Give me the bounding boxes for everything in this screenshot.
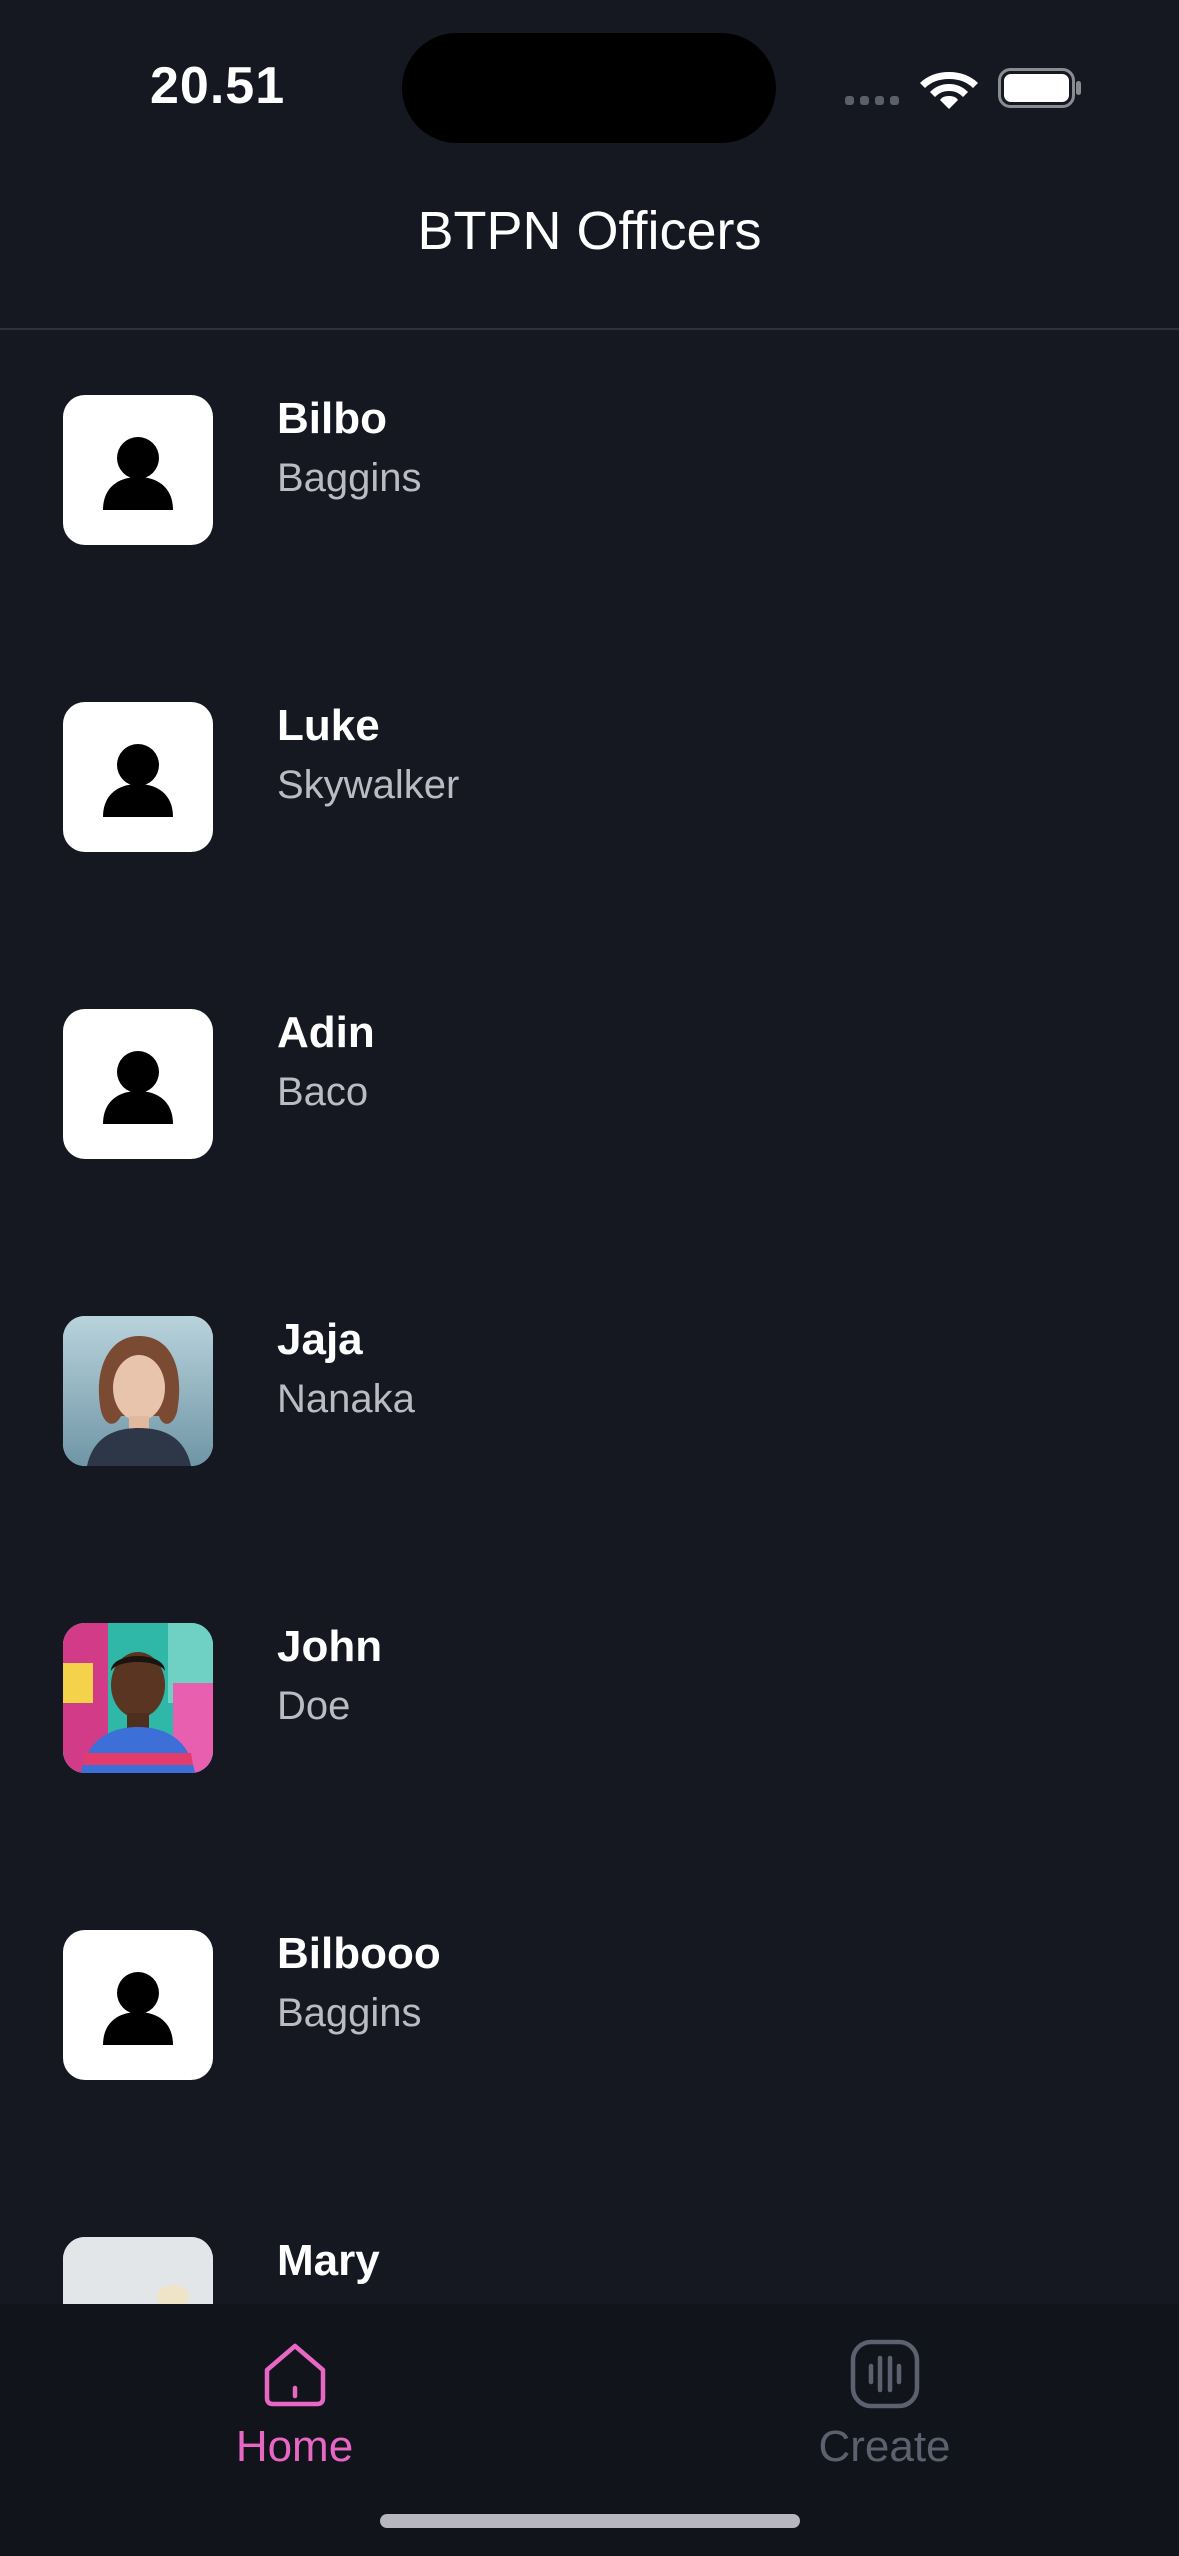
tab-home-label: Home	[235, 2422, 354, 2471]
officer-first-name: John	[277, 1622, 383, 1671]
tab-create[interactable]: Create	[590, 2304, 1179, 2504]
officer-first-name: Bilbooo	[277, 1929, 441, 1978]
officer-last-name: Baco	[277, 1070, 369, 1114]
wifi-icon	[920, 72, 978, 109]
person-placeholder-icon	[63, 1009, 213, 1159]
battery-icon	[998, 68, 1081, 108]
officer-row[interactable]: Jaja Nanaka	[0, 1253, 1179, 1560]
officer-first-name: Bilbo	[277, 394, 387, 443]
officer-row[interactable]: John Doe	[0, 1560, 1179, 1867]
officer-row[interactable]: Bilbooo Baggins	[0, 1867, 1179, 2174]
officer-last-name: Baggins	[277, 456, 422, 500]
officer-photo	[63, 2237, 213, 2304]
officer-first-name: Mary	[277, 2236, 380, 2285]
officer-row[interactable]: Mary	[0, 2174, 1179, 2304]
cellular-signal-icon	[845, 96, 899, 105]
tab-create-label: Create	[818, 2422, 951, 2471]
dynamic-island	[402, 33, 776, 143]
officer-last-name: Baggins	[277, 1991, 422, 2035]
officer-last-name: Nanaka	[277, 1377, 415, 1421]
status-bar: 20.51	[0, 0, 1179, 170]
officer-last-name: Skywalker	[277, 763, 460, 807]
officer-first-name: Adin	[277, 1008, 375, 1057]
tab-home[interactable]: Home	[0, 2304, 589, 2504]
officer-photo	[63, 1316, 213, 1466]
status-time: 20.51	[150, 57, 286, 115]
officer-row[interactable]: Bilbo Baggins	[0, 332, 1179, 639]
officer-first-name: Luke	[277, 701, 380, 750]
person-placeholder-icon	[63, 395, 213, 545]
home-indicator[interactable]	[380, 2514, 800, 2528]
page-title: BTPN Officers	[417, 201, 762, 261]
officer-photo	[63, 1623, 213, 1773]
home-icon	[264, 2343, 325, 2407]
officer-list[interactable]: Bilbo Baggins Luke Skywalker Adin Baco J…	[0, 332, 1179, 2304]
officer-first-name: Jaja	[277, 1315, 363, 1364]
navigation-header: BTPN Officers	[0, 170, 1179, 330]
officer-row[interactable]: Adin Baco	[0, 946, 1179, 1253]
person-placeholder-icon	[63, 1930, 213, 2080]
person-placeholder-icon	[63, 702, 213, 852]
officer-last-name: Doe	[277, 1684, 351, 1728]
create-icon	[850, 2339, 919, 2409]
officer-row[interactable]: Luke Skywalker	[0, 639, 1179, 946]
